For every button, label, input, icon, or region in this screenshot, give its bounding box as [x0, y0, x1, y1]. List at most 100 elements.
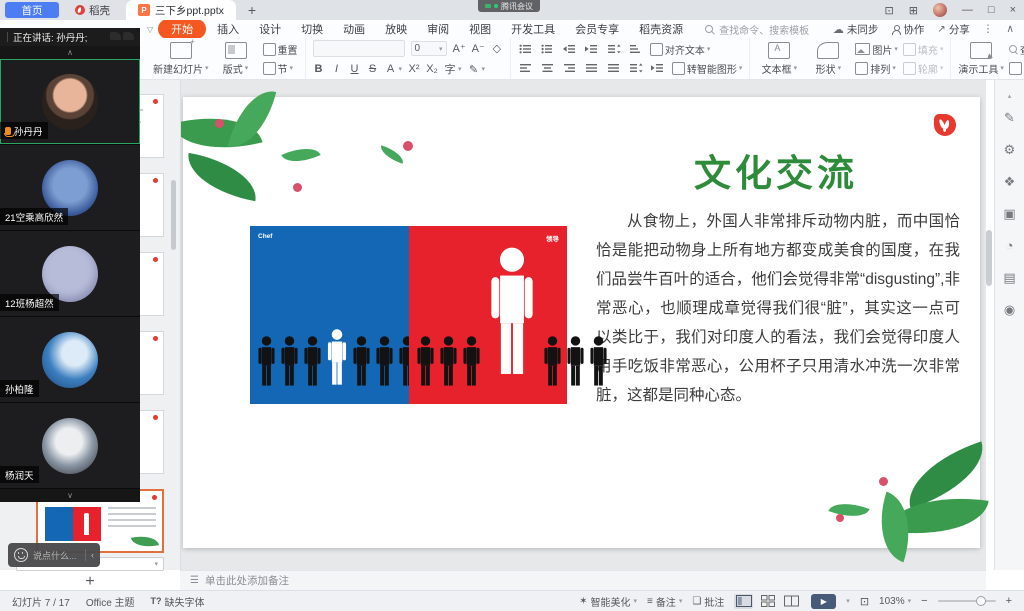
meeting-floating-bar[interactable]: 腾讯会议	[478, 0, 540, 12]
slide-title[interactable]: 文化交流	[591, 143, 961, 197]
grow-font-button[interactable]: A⁺	[453, 42, 466, 55]
text-box-button[interactable]: 文本框▾	[757, 42, 801, 76]
zoom-level[interactable]: 103%▾	[879, 596, 911, 607]
meeting-overlay-panel[interactable]: 正在讲话: 孙丹丹; ∧ 孙丹丹21空乘高欣然12班杨超然孙柏隆杨润天 ∨	[0, 28, 140, 500]
ribbon-tab[interactable]: 审阅	[418, 19, 458, 39]
rail-collapse-caret[interactable]: ▴	[1008, 92, 1012, 100]
numbering-button[interactable]	[540, 43, 556, 56]
presentation-tools-button[interactable]: 演示工具▾	[958, 42, 1004, 76]
paragraph-settings-button[interactable]	[650, 62, 666, 75]
section-button[interactable]: 节▾	[263, 61, 298, 76]
strikethrough-button[interactable]: S	[367, 63, 379, 75]
participant-tile[interactable]: 孙柏隆	[0, 317, 140, 403]
ribbon-tab[interactable]: 开始	[158, 19, 206, 39]
canvas-vertical-scrollbar[interactable]	[986, 230, 992, 286]
justify-button[interactable]	[584, 62, 600, 75]
theme-name[interactable]: Office 主题	[86, 594, 135, 609]
align-center-button[interactable]	[540, 62, 556, 75]
slide-image-east-west-boss[interactable]: Chef 领导	[250, 226, 567, 404]
subscript-button[interactable]: X₂	[426, 63, 438, 75]
layout-pane-icon[interactable]: ▣	[1003, 207, 1015, 220]
ribbon-tab[interactable]: 插入	[208, 19, 248, 39]
slideshow-options-caret[interactable]: ▾	[846, 597, 850, 605]
ribbon-tab[interactable]: 动画	[334, 19, 374, 39]
notes-toggle-button[interactable]: ≡备注▾	[647, 594, 682, 609]
zoom-in-button[interactable]: +	[1006, 595, 1012, 607]
collaborate-button[interactable]: 协作	[891, 22, 924, 37]
slideshow-play-button[interactable]: ▶	[811, 594, 836, 609]
align-right-button[interactable]	[562, 62, 578, 75]
font-name-select[interactable]	[313, 40, 405, 57]
maximize-button[interactable]: □	[988, 4, 995, 16]
sync-status[interactable]: ☁未同步	[833, 22, 879, 37]
zoom-slider[interactable]	[938, 600, 996, 602]
meeting-chat-input[interactable]: 说点什么... ‹	[8, 543, 100, 567]
layout-mode-icon[interactable]: ⊡	[884, 4, 893, 17]
text-sort-button[interactable]	[628, 43, 644, 56]
font-color-button[interactable]: A▾	[385, 63, 403, 75]
tab-docer[interactable]: 稻壳	[65, 0, 120, 20]
slide-body-text[interactable]: 从食物上，外国人非常排斥动物内脏，而中国恰恰是能把动物身上所有地方都变成美食的国…	[596, 207, 960, 410]
ribbon-tab[interactable]: 放映	[376, 19, 416, 39]
distribute-button[interactable]	[606, 62, 622, 75]
workspace-grid-icon[interactable]: ⊞	[909, 4, 918, 17]
ribbon-tab[interactable]: 切换	[292, 19, 332, 39]
slide-sorter-view-button[interactable]	[758, 594, 777, 609]
reading-view-button[interactable]	[782, 594, 801, 609]
decrease-indent-button[interactable]	[562, 43, 578, 56]
share-button[interactable]: ↗分享	[937, 22, 969, 37]
bold-button[interactable]: B	[313, 63, 325, 75]
align-text-button[interactable]: 对齐文本▾	[650, 42, 711, 57]
insert-picture-button[interactable]: 图片▾	[855, 42, 898, 57]
tab-home[interactable]: 首页	[5, 2, 59, 18]
thumbnail-scrollbar[interactable]	[171, 180, 176, 250]
superscript-button[interactable]: X²	[408, 63, 420, 75]
user-avatar[interactable]	[933, 3, 947, 17]
collapse-ribbon-icon[interactable]: ∧	[1006, 23, 1014, 35]
new-tab-button[interactable]: +	[248, 3, 256, 17]
highlight-button[interactable]: ✎▾	[468, 63, 486, 76]
clear-format-button[interactable]: ◇	[491, 42, 503, 55]
participant-tile[interactable]: 杨润天	[0, 403, 140, 489]
text-direction-button[interactable]	[606, 43, 622, 56]
zoom-out-button[interactable]: −	[921, 595, 927, 607]
arrange-button[interactable]: 排列▾	[855, 61, 898, 76]
slide-canvas[interactable]: 文化交流 从食物上，外国人非常排斥动物内脏，而中国恰恰是能把动物身上所有地方都变…	[183, 97, 980, 548]
close-button[interactable]: ×	[1010, 4, 1016, 16]
to-smart-graphic-button[interactable]: 转智能图形▾	[672, 61, 743, 76]
italic-button[interactable]: I	[331, 63, 343, 75]
tab-document[interactable]: P 三下乡ppt.pptx	[126, 0, 236, 20]
line-spacing-button[interactable]	[628, 62, 644, 75]
font-size-select[interactable]: 0▾	[411, 41, 447, 56]
increase-indent-button[interactable]	[584, 43, 600, 56]
ribbon-tab[interactable]: 稻壳资源	[630, 19, 692, 39]
smart-beautify-button[interactable]: ✶智能美化▾	[579, 594, 637, 609]
underline-button[interactable]: U	[349, 63, 361, 75]
ribbon-tab[interactable]: 设计	[250, 19, 290, 39]
find-button[interactable]: 查找	[1009, 42, 1024, 57]
timer-icon[interactable]: ◔	[1006, 239, 1014, 252]
shapes-button[interactable]: 形状▾	[806, 42, 850, 76]
theme-pane-icon[interactable]: ◉	[1004, 303, 1015, 316]
minimize-button[interactable]: —	[962, 4, 973, 16]
slide-layout-button[interactable]: 版式▾	[214, 42, 258, 76]
ribbon-tab[interactable]: 开发工具	[502, 19, 564, 39]
beautify-pen-icon[interactable]: ✎	[1004, 111, 1015, 124]
reset-slide-button[interactable]: 重置	[263, 42, 298, 57]
notes-bar[interactable]: ☰ 单击此处添加备注	[180, 570, 986, 590]
emoji-icon[interactable]	[14, 548, 28, 562]
more-options-icon[interactable]: ⋮	[983, 23, 994, 35]
shape-fill-button[interactable]: 填充▾	[903, 42, 944, 57]
chat-collapse-icon[interactable]: ‹	[91, 550, 94, 560]
align-left-button[interactable]	[518, 62, 534, 75]
participant-tile[interactable]: 12班杨超然	[0, 231, 140, 317]
ribbon-tab[interactable]: 会员专享	[566, 19, 628, 39]
new-slide-button[interactable]: 新建幻灯片▾	[153, 42, 209, 76]
ribbon-dropdown-caret[interactable]: ▽	[147, 25, 153, 34]
media-pane-icon[interactable]: ▤	[1003, 271, 1015, 284]
properties-icon[interactable]: ⚙	[1004, 143, 1016, 156]
shrink-font-button[interactable]: A⁻	[472, 42, 485, 55]
text-effect-button[interactable]: 字▾	[444, 61, 462, 77]
bullets-button[interactable]	[518, 43, 534, 56]
missing-font-warning[interactable]: T?缺失字体	[151, 594, 205, 609]
